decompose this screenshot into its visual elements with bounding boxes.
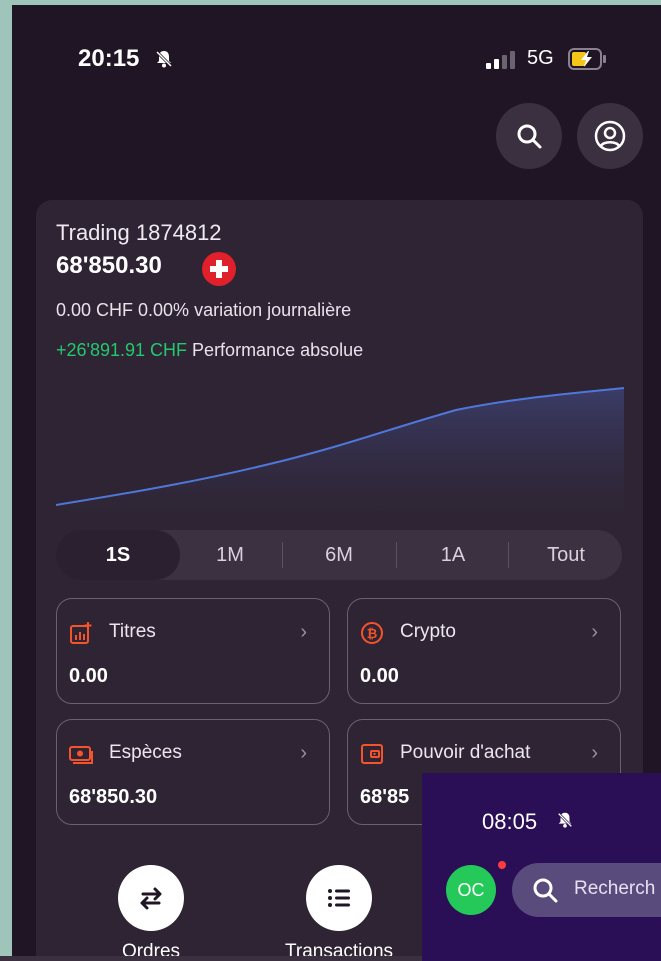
tile-value: 68'85 [360,786,410,808]
tile-label: Pouvoir d'achat [400,742,531,763]
tab-1a[interactable]: 1A [398,530,508,580]
account-balance: 68'850.30 [56,252,162,279]
tab-separator [282,542,283,568]
status-bar: 20:15 5G [12,5,661,105]
tab-1s[interactable]: 1S [56,530,180,580]
tab-6m[interactable]: 6M [284,530,394,580]
overlay-search-field[interactable]: Recherch [512,863,661,917]
bell-muted-icon [155,50,173,68]
chart-area [56,388,624,520]
bell-muted-icon [557,812,573,828]
chart-plus-icon [70,622,92,644]
swap-icon [140,887,162,910]
list-icon [328,889,350,907]
overlay-time: 08:05 [482,809,538,834]
tile-label: Espèces [109,742,182,763]
tile-label: Titres [109,621,156,642]
chevron-right-icon: › [591,742,598,764]
account-name: Trading 1874812 [56,220,222,245]
notification-dot [498,861,506,869]
tab-separator [396,542,397,568]
status-time: 20:15 [78,45,140,72]
chevron-right-icon: › [300,742,307,764]
signal-icon [486,51,515,69]
performance-chart [56,387,624,520]
search-icon [517,124,542,149]
overlay-preview-window[interactable]: 08:05 OC Recherch [422,773,661,961]
tile-crypto[interactable]: ₿ Crypto › 0.00 [347,598,621,704]
tab-separator [508,542,509,568]
tile-especes[interactable]: Espèces › 68'850.30 [56,719,330,825]
tab-1m[interactable]: 1M [180,530,280,580]
absolute-performance: +26'891.91 CHF Performance absolue [56,340,363,361]
svg-text:₿: ₿ [367,626,378,641]
absolute-performance-value: +26'891.91 CHF [56,340,188,360]
avatar[interactable]: OC [446,865,496,915]
tile-value: 0.00 [69,665,108,687]
swiss-flag-icon [202,252,236,286]
profile-button[interactable] [577,103,643,169]
tab-tout[interactable]: Tout [510,530,622,580]
daily-change-value: 0.00 CHF 0.00% [56,300,190,320]
chevron-right-icon: › [300,621,307,643]
transactions-button[interactable] [306,865,372,931]
battery-charging-icon [568,48,606,70]
wallet-icon [361,744,383,764]
search-icon [533,878,558,903]
search-placeholder: Recherch [574,878,656,899]
network-type: 5G [527,47,554,69]
bitcoin-icon: ₿ [361,622,383,644]
cash-icon [69,746,93,764]
tile-titres[interactable]: Titres › 0.00 [56,598,330,704]
tile-value: 0.00 [360,665,399,687]
absolute-performance-label: Performance absolue [192,340,364,360]
daily-change: 0.00 CHF 0.00% variation journalière [56,300,351,321]
profile-icon [594,120,626,152]
daily-change-label: variation journalière [194,300,352,320]
chevron-right-icon: › [591,621,598,643]
tile-label: Crypto [400,621,456,642]
tile-value: 68'850.30 [69,786,158,808]
orders-button[interactable] [118,865,184,931]
search-button[interactable] [496,103,562,169]
period-tabs: 1S 1M 6M 1A Tout [56,530,622,580]
